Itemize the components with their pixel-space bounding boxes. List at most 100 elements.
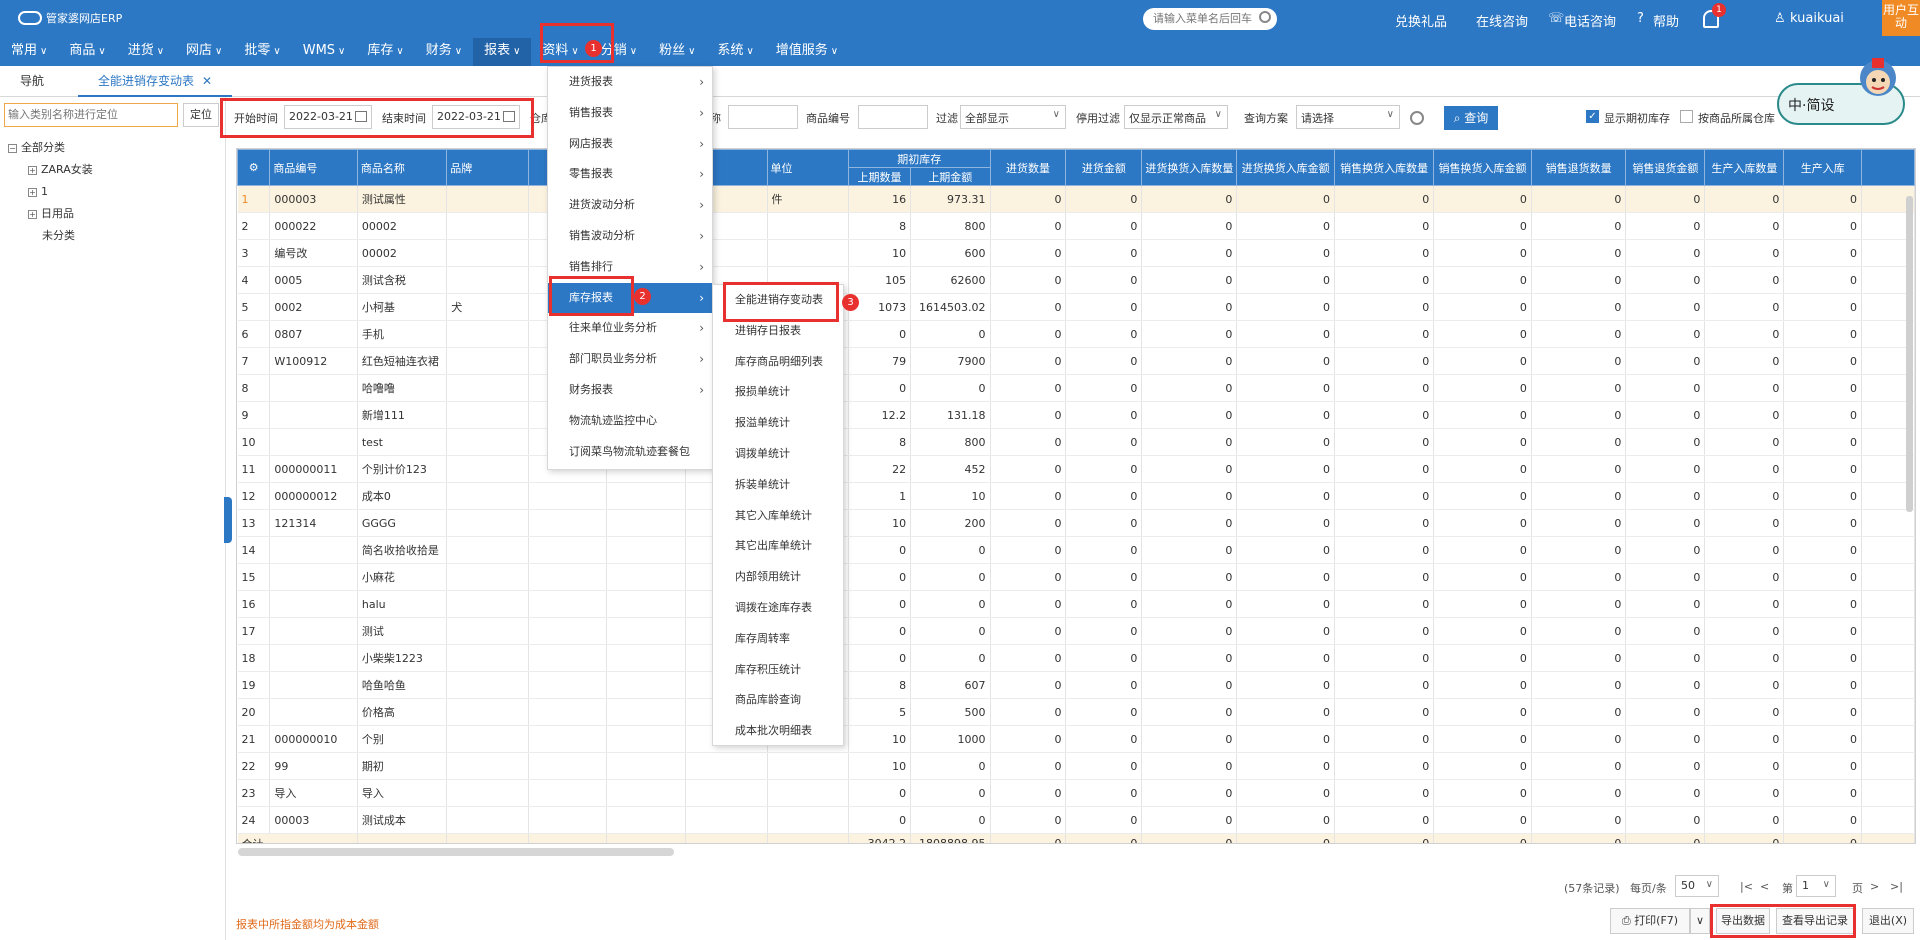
link-phone-consult[interactable]: 电话咨询 (1564, 11, 1616, 30)
show-opening-checkbox[interactable]: ✓ (1586, 110, 1599, 123)
link-help[interactable]: 帮助 (1653, 11, 1679, 30)
product-code-input[interactable] (858, 105, 928, 129)
query-button[interactable]: ⌕ 查询 (1444, 106, 1498, 130)
column-header[interactable]: 进货换货入库数量 (1141, 149, 1238, 186)
submenu-item[interactable]: 库存周转率 (713, 624, 843, 655)
submenu-item[interactable]: 成本批次明细表 (713, 716, 843, 747)
by-warehouse-checkbox[interactable] (1680, 110, 1693, 123)
menu-wholesale-retail[interactable]: 批零 ∨ (233, 38, 291, 66)
table-row[interactable]: 5 0002 小柯基犬 1073 1614503.02 0 0 0 0 0 0 0 0 0 0 (237, 293, 1915, 321)
menu-reports[interactable]: 报表 ∨ (473, 38, 532, 66)
link-redeem-gift[interactable]: 兑换礼品 (1395, 11, 1447, 30)
table-row[interactable]: 23 导入 导入 0 0 0 0 0 0 0 0 0 0 0 0 (237, 779, 1915, 807)
product-name-input[interactable] (728, 105, 798, 129)
dropdown-item[interactable]: 进货报表 › (548, 67, 712, 98)
table-row[interactable]: 6 0807 手机 0 0 0 0 0 0 0 0 0 0 0 0 (237, 320, 1915, 348)
table-row[interactable]: 21 000000010 个别 10 1000 0 0 0 0 0 0 0 0 0 0 (237, 725, 1915, 753)
submenu-item[interactable]: 报溢单统计 (713, 408, 843, 439)
filter-select[interactable]: 全部显示 ∨ (960, 105, 1066, 129)
dropdown-item[interactable]: 库存报表 › (548, 282, 712, 314)
dropdown-item[interactable]: 财务报表 › (548, 375, 712, 406)
expand-icon[interactable]: + (28, 209, 37, 219)
category-search-input[interactable] (4, 103, 178, 127)
table-row[interactable]: 1000003测试属性壹件16973.310000000000 (237, 185, 1915, 213)
app-logo[interactable]: 管家婆网店ERP (18, 10, 122, 26)
menu-goods[interactable]: 商品 ∨ (58, 38, 116, 66)
table-row[interactable]: 8 哈噜噜 0 0 0 0 0 0 0 0 0 0 0 0 (237, 374, 1915, 402)
table-row[interactable]: 11 000000011 个别计价123 22 452 0 0 0 0 0 0 0 0 0 0 (237, 455, 1915, 483)
table-row[interactable]: 20 价格高 5 500 0 0 0 0 0 0 0 0 0 0 (237, 698, 1915, 726)
table-row[interactable]: 13 121314 GGGG 10 200 0 0 0 0 0 0 0 0 0 0 (237, 509, 1915, 537)
column-header[interactable]: 商品名称 (356, 149, 448, 186)
menu-fans[interactable]: 粉丝 ∨ (648, 38, 706, 66)
print-options-button[interactable]: ∨ (1690, 908, 1710, 934)
link-online-consult[interactable]: 在线咨询 (1476, 11, 1528, 30)
mascot-image[interactable]: 中·简设 (1776, 54, 1908, 134)
menu-data[interactable]: 资料 ∨ (531, 38, 589, 66)
tree-item-zara[interactable]: + ZARA女装 (8, 159, 93, 181)
dropdown-item[interactable]: 物流轨迹监控中心 (548, 406, 712, 437)
end-time-input[interactable]: 2022-03-21 (432, 105, 520, 129)
menu-search-input[interactable] (1143, 8, 1277, 30)
column-header[interactable]: 销售退货数量 (1530, 149, 1627, 186)
column-header[interactable]: 生产入库数量 (1704, 149, 1785, 186)
table-row[interactable]: 7 W100912 红色短袖连衣裙 79 7900 0 0 0 0 0 0 0 0 0 0 (237, 347, 1915, 375)
column-header[interactable]: 商品编号 (269, 149, 358, 186)
column-header[interactable]: 上期金额 (910, 167, 991, 186)
dropdown-item[interactable]: 订阅菜鸟物流轨迹套餐包 (548, 437, 712, 468)
menu-purchase[interactable]: 进货 ∨ (117, 38, 175, 66)
tree-item-1[interactable]: +1 (8, 181, 93, 203)
export-data-button[interactable]: 导出数据 (1716, 908, 1770, 934)
submenu-item[interactable]: 其它出库单统计 (713, 531, 843, 562)
prev-page-button[interactable]: < (1760, 880, 1769, 893)
menu-wms[interactable]: WMS ∨ (292, 38, 357, 66)
table-row[interactable]: 12 000000012 成本0 1 10 0 0 0 0 0 0 0 0 0 0 (237, 482, 1915, 510)
close-icon[interactable]: ✕ (202, 74, 212, 88)
column-settings[interactable]: ⚙ (237, 149, 271, 186)
submenu-item[interactable]: 全能进销存变动表 (713, 285, 843, 316)
menu-finance[interactable]: 财务 ∨ (415, 38, 473, 66)
submenu-item[interactable]: 调拨单统计 (713, 439, 843, 470)
last-page-button[interactable]: >| (1890, 880, 1903, 893)
menu-system[interactable]: 系统 ∨ (706, 38, 764, 66)
dropdown-item[interactable]: 零售报表 › (548, 159, 712, 190)
tree-item-uncategorized[interactable]: 未分类 (8, 225, 93, 247)
column-header[interactable]: 品牌 (446, 149, 529, 186)
exit-button[interactable]: 退出(X) (1862, 908, 1914, 934)
submenu-item[interactable]: 库存积压统计 (713, 655, 843, 686)
column-header[interactable]: 进货金额 (1065, 149, 1143, 186)
menu-online-store[interactable]: 网店 ∨ (175, 38, 233, 66)
column-header[interactable]: 销售退货金额 (1625, 149, 1706, 186)
table-row[interactable]: 24 00003 测试成本 0 0 0 0 0 0 0 0 0 0 0 0 (237, 806, 1915, 834)
submenu-item[interactable]: 拆装单统计 (713, 470, 843, 501)
calendar-icon[interactable] (503, 111, 515, 122)
export-log-button[interactable]: 查看导出记录 (1776, 908, 1854, 934)
dropdown-item[interactable]: 销售波动分析 › (548, 221, 712, 252)
start-time-input[interactable]: 2022-03-21 (284, 105, 372, 129)
table-row[interactable]: 14 简名收拾收拾是 0 0 0 0 0 0 0 0 0 0 0 0 (237, 536, 1915, 564)
submenu-item[interactable]: 内部领用统计 (713, 562, 843, 593)
column-header[interactable]: 单位 (766, 149, 849, 186)
query-plan-select[interactable]: 请选择 ∨ (1296, 105, 1400, 129)
column-header[interactable]: 生产入库 (1783, 149, 1863, 186)
table-row[interactable]: 4 0005 测试含税 105 62600 0 0 0 0 0 0 0 0 0 0 (237, 266, 1915, 294)
user-interaction-button[interactable]: 用户互动 (1882, 0, 1920, 36)
dropdown-item[interactable]: 销售报表 › (548, 98, 712, 129)
tab-inventory-report[interactable]: 全能进销存变动表 ✕ (78, 66, 233, 97)
tree-item-daily[interactable]: + 日用品 (8, 203, 93, 225)
column-header[interactable]: 销售换货入库数量 (1333, 149, 1435, 186)
submenu-item[interactable]: 其它入库单统计 (713, 501, 843, 532)
panel-collapse-handle[interactable] (224, 497, 232, 543)
print-button[interactable]: ⎙ 打印(F7) (1610, 908, 1690, 934)
submenu-item[interactable]: 调拨在途库存表 (713, 593, 843, 624)
dropdown-item[interactable]: 进货波动分析 › (548, 190, 712, 221)
tab-navigation[interactable]: 导航 (0, 66, 64, 97)
username[interactable]: kuaikuai (1790, 11, 1844, 26)
page-select[interactable]: 1 ∨ (1796, 875, 1836, 897)
table-row[interactable]: 16 halu 0 0 0 0 0 0 0 0 0 0 0 0 (237, 590, 1915, 618)
menu-value-added[interactable]: 增值服务 ∨ (765, 38, 849, 66)
table-row[interactable]: 17 测试 0 0 0 0 0 0 0 0 0 0 0 0 (237, 617, 1915, 645)
table-row[interactable]: 18 小柴柴1223 0 0 0 0 0 0 0 0 0 0 0 0 (237, 644, 1915, 672)
table-row[interactable]: 15 小麻花 0 0 0 0 0 0 0 0 0 0 0 0 (237, 563, 1915, 591)
table-row[interactable]: 22 99 期初 10 0 0 0 0 0 0 0 0 0 0 0 (237, 752, 1915, 780)
